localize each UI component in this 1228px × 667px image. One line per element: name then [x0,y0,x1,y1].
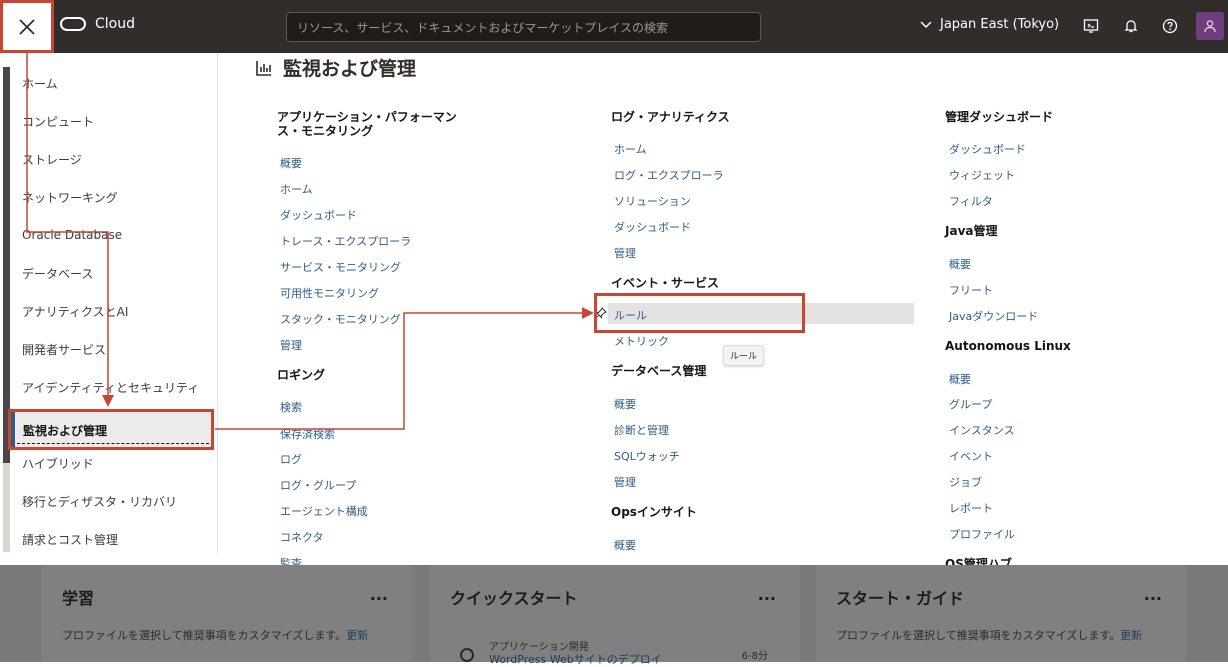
arrow-nav-to-rules [215,307,594,430]
arrow-close-to-nav [26,53,114,407]
annotation-arrows [26,53,594,430]
